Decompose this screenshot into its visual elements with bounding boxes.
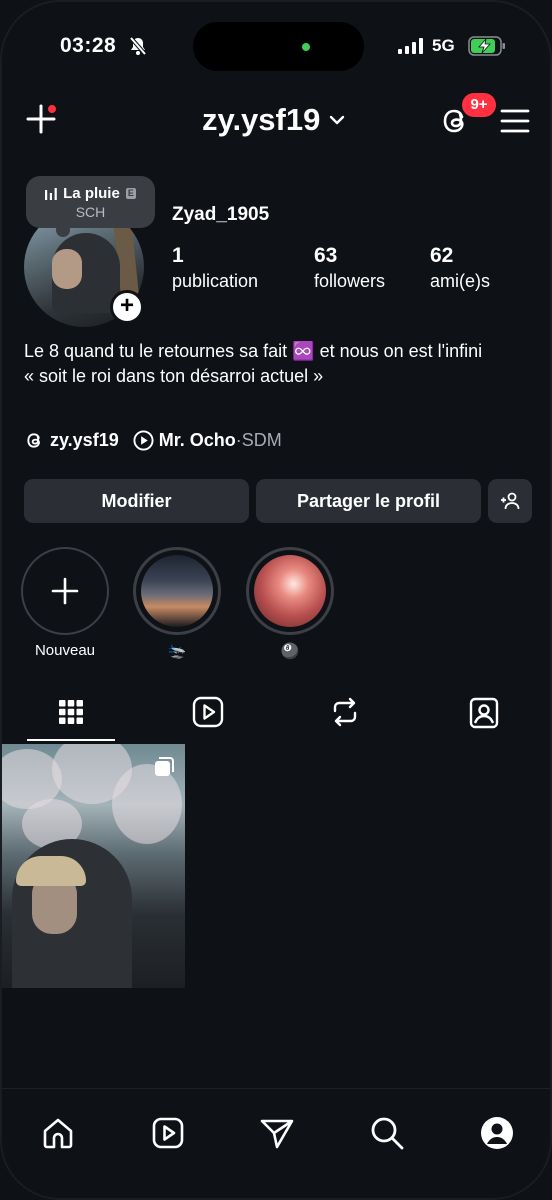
battery-charging-icon xyxy=(468,36,505,56)
post-thumbnail[interactable] xyxy=(2,744,185,988)
highlight-label: Nouveau xyxy=(34,642,96,659)
nav-search[interactable] xyxy=(369,1115,405,1151)
profile-icon xyxy=(481,1117,513,1149)
notification-dot xyxy=(46,103,58,115)
bottom-nav xyxy=(2,1088,550,1198)
active-tab-indicator xyxy=(27,739,115,741)
reels-icon xyxy=(152,1117,184,1149)
note-song-title: La pluie xyxy=(63,185,120,202)
stat-followers[interactable]: 63 followers xyxy=(314,244,385,292)
phone-screen: 03:28 5G zy.ysf19 9+ + La pluie E SCH Zy… xyxy=(0,0,552,1200)
music-link[interactable]: Mr. Ocho xyxy=(159,430,236,451)
header-username: zy.ysf19 xyxy=(202,102,321,137)
highlight-new[interactable]: Nouveau xyxy=(21,547,109,659)
menu-icon[interactable] xyxy=(500,108,530,134)
nav-home[interactable] xyxy=(40,1115,76,1151)
nav-messages[interactable] xyxy=(259,1115,295,1151)
highlight-cover xyxy=(254,555,326,627)
highlight-label: 🛬 xyxy=(167,643,187,660)
equalizer-icon xyxy=(45,187,57,200)
stat-publications[interactable]: 1 publication xyxy=(172,244,258,292)
home-icon xyxy=(43,1118,73,1149)
bio-line: « soit le roi dans ton désarroi actuel » xyxy=(24,365,324,386)
bell-slash-icon xyxy=(129,36,147,56)
explicit-badge: E xyxy=(125,188,136,199)
stat-value: 1 xyxy=(172,244,184,267)
note-artist: SCH xyxy=(75,204,106,220)
profile-bio: Le 8 quand tu le retournes sa fait ♾️ et… xyxy=(24,339,544,388)
add-story-button[interactable]: + xyxy=(110,290,144,324)
send-icon xyxy=(260,1119,294,1149)
reels-icon[interactable] xyxy=(190,694,226,730)
stat-label: publication xyxy=(172,271,259,291)
nav-profile[interactable] xyxy=(479,1115,515,1151)
threads-link[interactable]: zy.ysf19 xyxy=(50,430,119,451)
signal-icon xyxy=(398,38,423,54)
stat-label: followers xyxy=(314,271,386,291)
account-switcher[interactable]: zy.ysf19 xyxy=(202,102,346,138)
profile-links: zy.ysf19 Mr. Ocho · SDM xyxy=(24,428,282,452)
music-sub: SDM xyxy=(241,429,282,450)
network-type: 5G xyxy=(432,36,455,55)
dynamic-island xyxy=(193,22,364,71)
discover-people-button[interactable] xyxy=(488,479,532,523)
stat-label: ami(e)s xyxy=(430,271,491,291)
highlight-cover xyxy=(141,555,213,627)
highlight-label: 🎱 xyxy=(280,643,300,660)
privacy-indicator xyxy=(302,43,310,51)
highlight-item[interactable]: 🎱 xyxy=(246,547,334,660)
search-icon xyxy=(371,1117,404,1150)
chevron-down-icon xyxy=(330,115,345,125)
tagged-icon[interactable] xyxy=(466,694,502,730)
play-circle-icon xyxy=(133,429,154,451)
status-time: 03:28 xyxy=(60,34,117,57)
stat-value: 63 xyxy=(314,244,338,267)
status-bar: 03:28 5G xyxy=(2,22,550,71)
stat-value: 62 xyxy=(430,244,454,267)
share-profile-button[interactable]: Partager le profil xyxy=(256,479,481,523)
threads-link-icon xyxy=(27,432,40,448)
highlight-item[interactable]: 🛬 xyxy=(133,547,221,660)
bio-line: Le 8 quand tu le retournes sa fait ♾️ et… xyxy=(24,341,483,361)
add-person-icon xyxy=(501,492,520,510)
carousel-icon xyxy=(155,757,174,776)
reposts-icon[interactable] xyxy=(327,694,363,730)
nav-reels[interactable] xyxy=(150,1115,186,1151)
grid-icon[interactable] xyxy=(53,694,89,730)
display-name: Zyad_1905 xyxy=(172,204,270,225)
music-note-bubble[interactable]: La pluie E SCH xyxy=(26,176,155,237)
edit-profile-button[interactable]: Modifier xyxy=(24,479,249,523)
plus-icon xyxy=(51,577,79,605)
stat-friends[interactable]: 62 ami(e)s xyxy=(430,244,490,292)
plus-icon: + xyxy=(119,292,135,320)
threads-badge: 9+ xyxy=(462,93,496,117)
